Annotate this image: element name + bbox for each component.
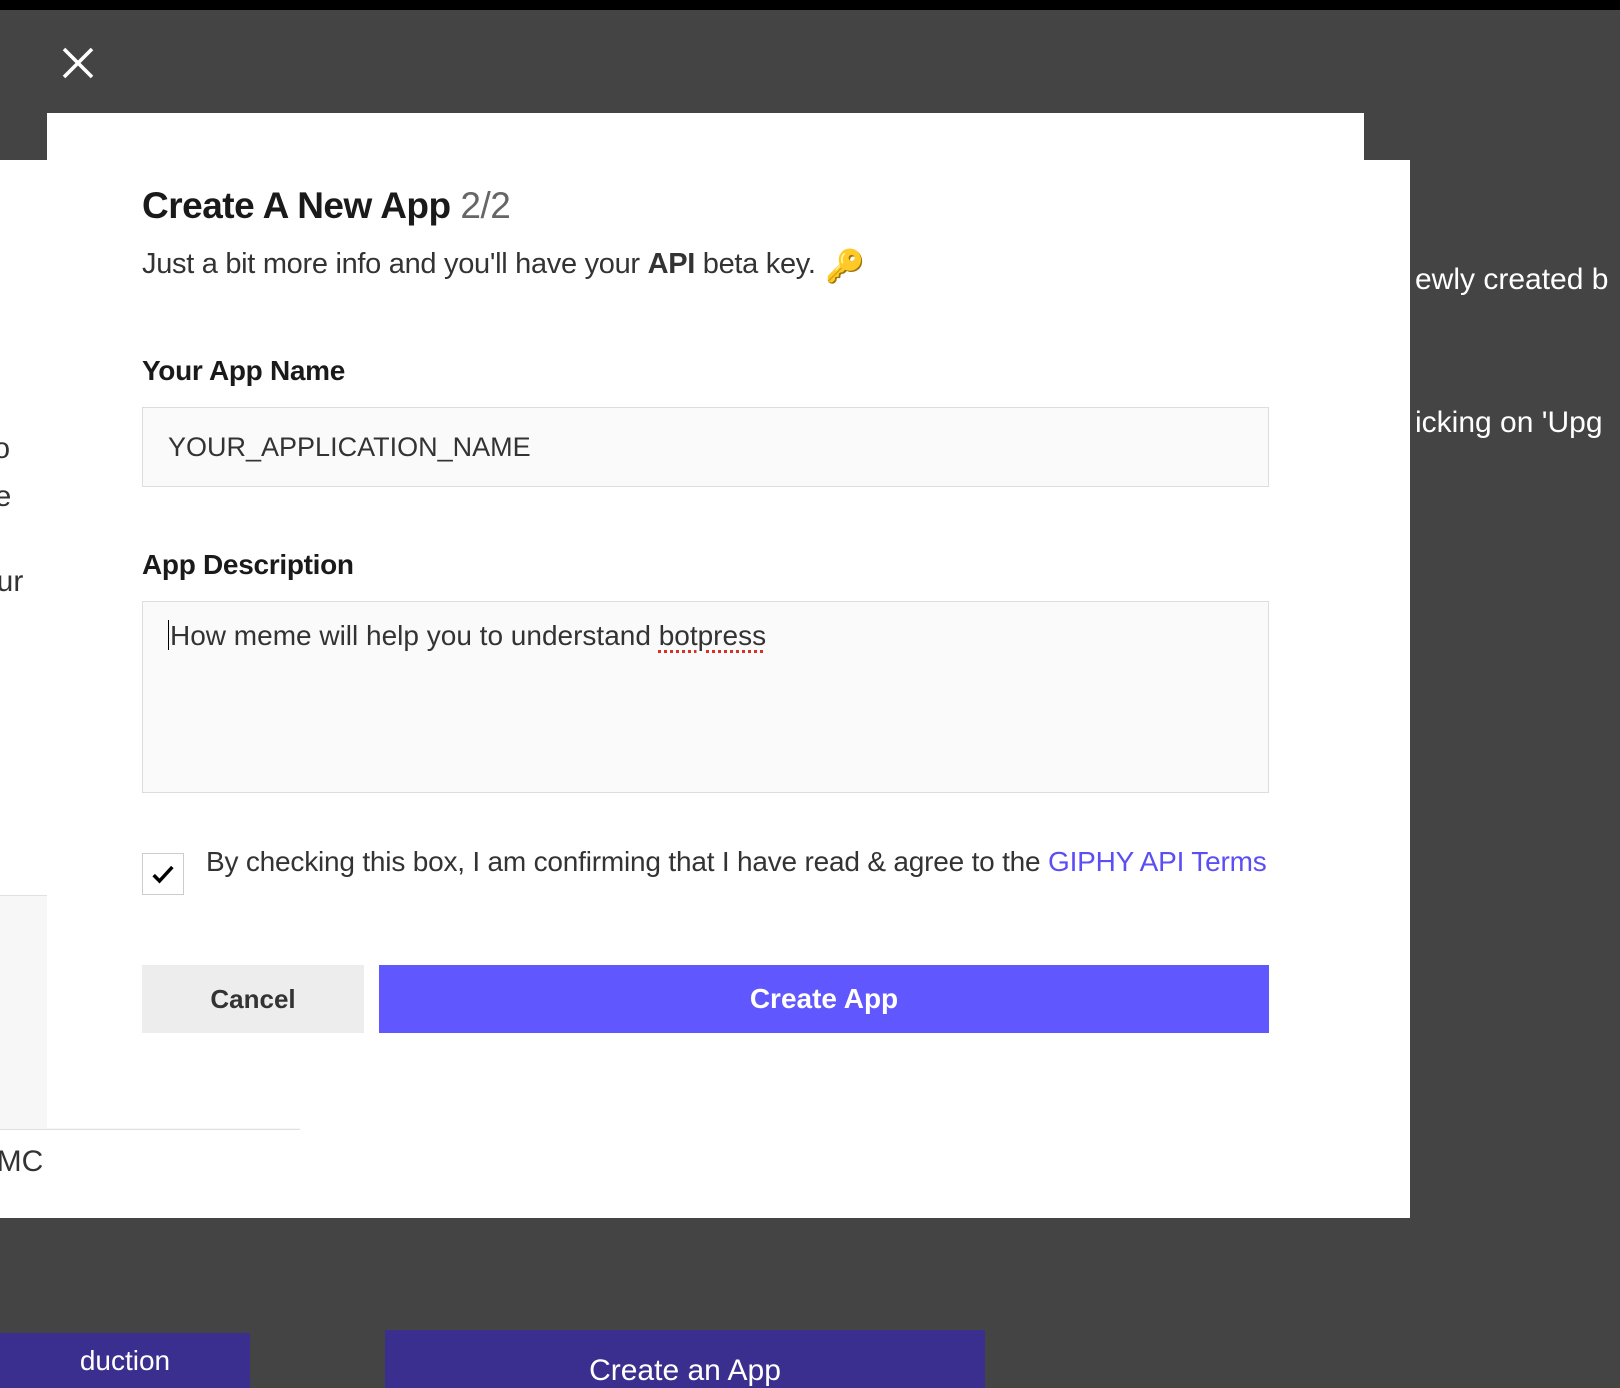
app-name-input[interactable] bbox=[142, 407, 1269, 487]
close-button[interactable] bbox=[50, 35, 105, 90]
background-text-fragment: 3MC bbox=[0, 1145, 43, 1179]
app-name-label: Your App Name bbox=[142, 355, 1269, 387]
giphy-terms-link[interactable]: GIPHY API Terms bbox=[1048, 846, 1267, 877]
modal-header-bar bbox=[0, 10, 1620, 113]
create-app-button[interactable]: Create App bbox=[379, 965, 1269, 1033]
terms-label: By checking this box, I am confirming th… bbox=[206, 838, 1267, 886]
create-app-modal: Create A New App 2/2 Just a bit more inf… bbox=[47, 113, 1364, 1128]
modal-backdrop-bottom: duction Create an App bbox=[0, 1218, 1620, 1388]
check-icon bbox=[149, 860, 177, 888]
background-button-fragment: duction bbox=[0, 1333, 250, 1388]
modal-button-row: Cancel Create App bbox=[142, 965, 1269, 1033]
terms-checkbox-row: By checking this box, I am confirming th… bbox=[142, 838, 1269, 895]
terms-checkbox[interactable] bbox=[142, 853, 184, 895]
modal-subtitle: Just a bit more info and you'll have you… bbox=[142, 247, 1269, 285]
close-icon bbox=[54, 39, 102, 87]
background-text-fragment: our bbox=[0, 565, 23, 599]
app-description-label: App Description bbox=[142, 549, 1269, 581]
app-description-input[interactable]: How meme will help you to understand bot… bbox=[142, 601, 1269, 793]
key-icon: 🔑 bbox=[825, 247, 865, 285]
modal-backdrop-right: ewly created b icking on 'Upg bbox=[1410, 113, 1620, 1218]
cancel-button[interactable]: Cancel bbox=[142, 965, 364, 1033]
background-text-fragment: elo be bbox=[0, 425, 11, 521]
top-black-bar bbox=[0, 0, 1620, 10]
background-text-fragment: icking on 'Upg bbox=[1415, 406, 1603, 440]
background-text-fragment: ewly created b bbox=[1415, 263, 1608, 297]
modal-title: Create A New App 2/2 bbox=[142, 185, 1269, 227]
background-create-app-button: Create an App bbox=[385, 1330, 985, 1388]
